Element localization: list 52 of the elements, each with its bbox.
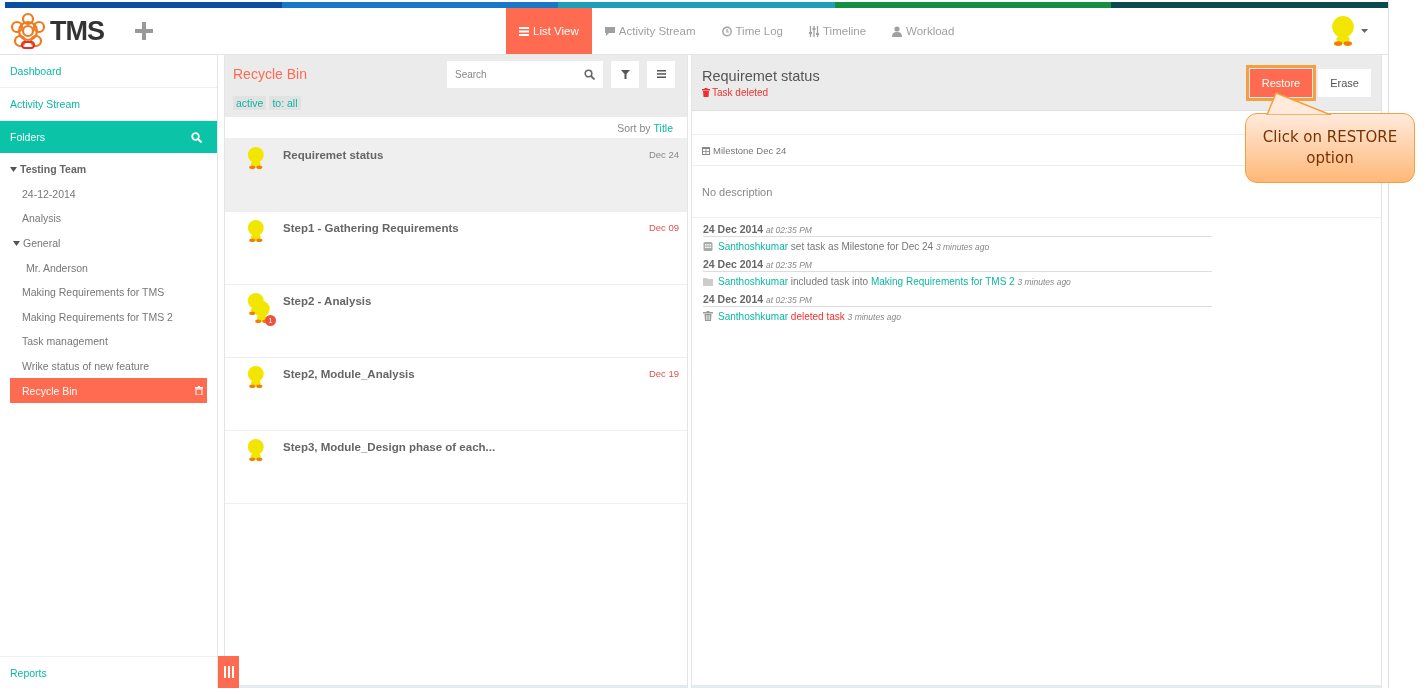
folder-item[interactable]: 24-12-2014 [10, 181, 207, 207]
panel-title: Recycle Bin [233, 66, 308, 82]
task-row[interactable]: Step1 - Gathering Requirements Dec 09 [225, 212, 687, 285]
nav-tab[interactable]: List View [506, 8, 592, 54]
folders-header[interactable]: Folders [0, 121, 217, 153]
user-link[interactable]: Santhoshkumar [718, 240, 789, 252]
folder-item[interactable]: Mr. Anderson [10, 255, 207, 280]
filter-tag[interactable]: active [233, 96, 267, 110]
sidebar-link[interactable]: Reports [0, 656, 217, 688]
nav-tab[interactable]: Activity Stream [591, 8, 709, 54]
user-link[interactable]: Santhoshkumar [718, 275, 789, 287]
task-row[interactable]: Step2, Module_Analysis Dec 19 [225, 358, 687, 431]
task-title: Step1 - Gathering Requirements [283, 222, 460, 236]
activity-text: Santhoshkumar deleted task 3 minutes ago [718, 310, 901, 322]
due-date: Dec 19 [648, 368, 679, 381]
task-title: Step2 - Analysis [283, 295, 373, 309]
nav-tab[interactable]: Workload [879, 8, 968, 54]
task-row[interactable]: Requiremet status Dec 24 [225, 139, 687, 212]
folder-item[interactable]: Task management [10, 329, 207, 354]
activity-text: Santhoshkumar included task into Making Requirements for TMS 2 3 minutes ago [718, 275, 1071, 287]
activity-date: 24 Dec 2014 at 02:35 PM [703, 223, 812, 235]
sort-label: Sort by [617, 121, 651, 134]
folder-item[interactable]: Wrike status of new feature [10, 353, 207, 379]
activity-date: 24 Dec 2014 at 02:35 PM [703, 258, 812, 270]
folder-item[interactable]: Recycle Bin [10, 378, 207, 403]
logo-text: TMS [50, 15, 104, 47]
nav-tab[interactable]: Time Log [708, 8, 796, 54]
sort-link[interactable]: Title [653, 121, 673, 134]
folder-link[interactable]: Making Requirements for TMS 2 [870, 275, 1015, 287]
due-date: Dec 09 [648, 222, 679, 235]
callout-text: Click on RESTORE option [1245, 113, 1415, 183]
milestone-text: Milestone Dec 24 [713, 144, 787, 156]
folder-item[interactable]: Making Requirements for TMS [10, 279, 207, 305]
nav-tab[interactable]: Timeline [796, 8, 880, 54]
folder-item[interactable]: Analysis [10, 206, 207, 231]
status-text: Task deleted [712, 86, 769, 98]
activity-date: 24 Dec 2014 at 02:35 PM [703, 293, 812, 305]
task-title: Step2, Module_Analysis [283, 368, 416, 382]
folder-item[interactable]: Making Requirements for TMS 2 [10, 304, 207, 330]
activity-text: Santhoshkumar set task as Milestone for Dec 24 3 minutes ago [718, 240, 990, 252]
task-title: Requiremet status [702, 67, 821, 84]
search-field[interactable]: Search [447, 60, 603, 88]
erase-button[interactable]: Erase [1318, 68, 1371, 97]
user-link[interactable]: Santhoshkumar [718, 310, 789, 322]
folder-item[interactable]: General [10, 230, 207, 256]
task-title: Requiremet status [283, 149, 385, 163]
filter-tag[interactable]: to: all [269, 96, 301, 110]
task-title: Step3, Module_Design phase of each... [283, 441, 497, 455]
folder-item[interactable]: Testing Team [10, 157, 207, 182]
due-date: Dec 24 [648, 149, 679, 162]
task-row[interactable]: Step3, Module_Design phase of each... [225, 431, 687, 504]
sidebar-link[interactable]: Dashboard [0, 55, 217, 88]
